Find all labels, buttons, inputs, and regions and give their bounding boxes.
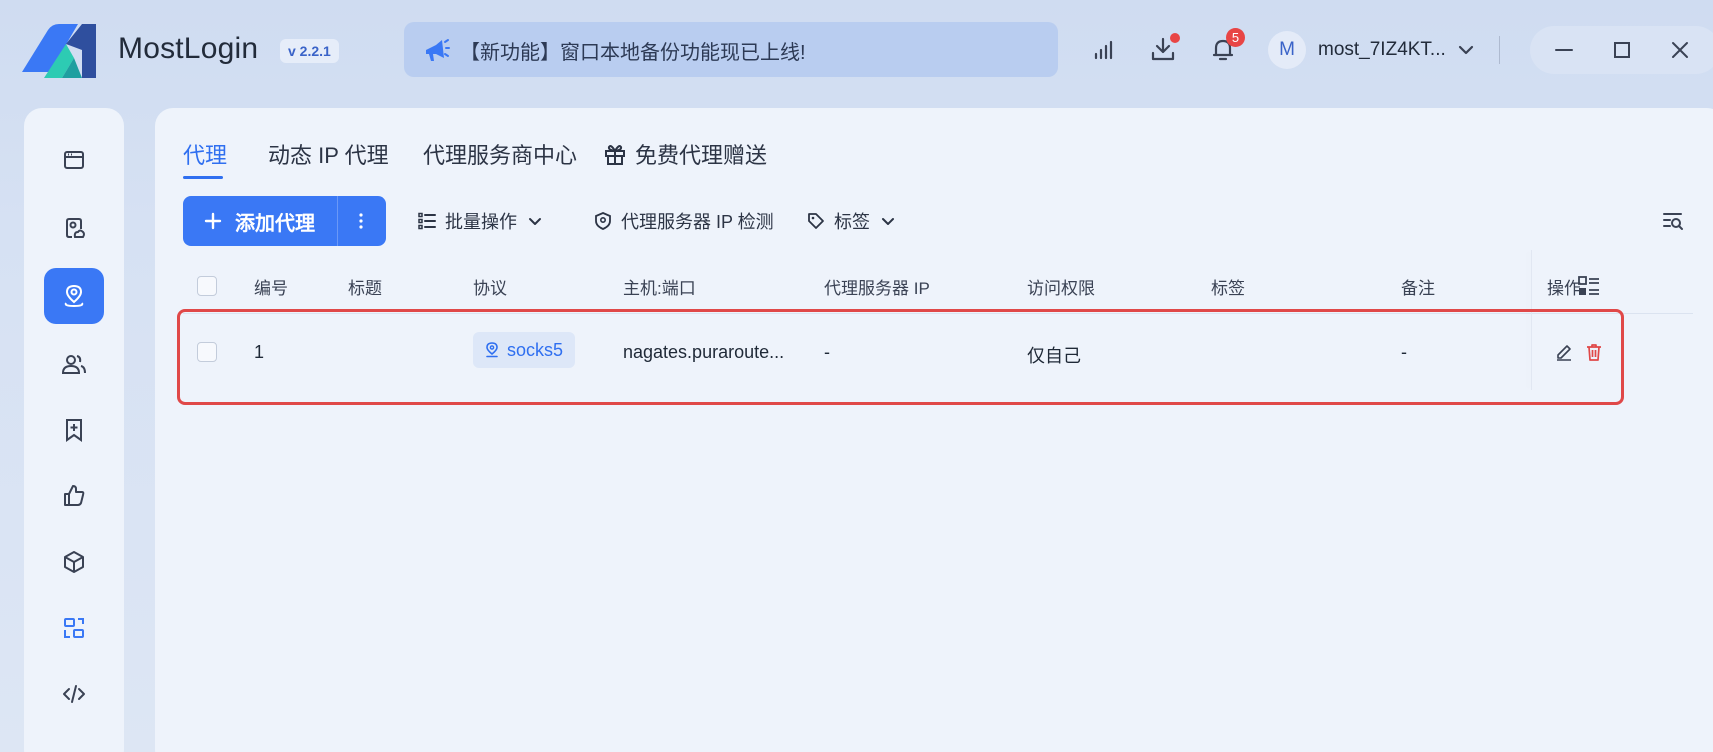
announcement-text: 【新功能】窗口本地备份功能现已上线! xyxy=(460,42,806,64)
sidebar-item-api[interactable] xyxy=(44,666,104,722)
username: most_7IZ4KT... xyxy=(1318,39,1446,60)
sidebar-item-layouts[interactable] xyxy=(44,600,104,656)
users-icon xyxy=(61,355,86,374)
column-header: 备注 xyxy=(1401,279,1435,298)
thumbs-up-icon xyxy=(64,485,85,506)
notification-count-badge: 5 xyxy=(1226,28,1245,47)
row-highlight-annotation xyxy=(177,309,1624,405)
signal-icon[interactable] xyxy=(1090,34,1120,64)
proxy-ip-check-label: 代理服务器 IP 检测 xyxy=(621,212,774,232)
user-menu[interactable]: M most_7IZ4KT... xyxy=(1268,30,1476,70)
location-pin-icon xyxy=(64,284,84,308)
tab-label: 代理 xyxy=(183,143,228,168)
tab-provider-center[interactable]: 代理服务商中心 xyxy=(423,138,577,170)
tab-label: 免费代理赠送 xyxy=(635,143,768,168)
column-settings-icon[interactable] xyxy=(1577,274,1601,298)
toolbar: 添加代理 批量操作 代理服务器 IP 检测 标签 xyxy=(183,196,1683,246)
column-header: 代理服务器 IP xyxy=(824,279,930,298)
add-proxy-label: 添加代理 xyxy=(235,212,315,235)
proxy-ip-check-button[interactable]: 代理服务器 IP 检测 xyxy=(593,209,774,233)
layout-switch-icon xyxy=(64,618,84,638)
chevron-down-icon xyxy=(1458,45,1473,55)
button-split-divider xyxy=(337,196,338,246)
column-header: 访问权限 xyxy=(1027,279,1095,298)
sidebar-item-browser[interactable] xyxy=(44,132,104,188)
shield-location-icon xyxy=(595,212,611,230)
window-controls xyxy=(1530,26,1713,74)
close-icon[interactable] xyxy=(1668,38,1692,62)
app-name: MostLogin xyxy=(118,32,259,65)
cube-icon xyxy=(64,551,84,573)
bookmark-add-icon xyxy=(66,419,82,442)
search-filter-icon[interactable] xyxy=(1661,209,1685,233)
plus-icon xyxy=(204,212,222,230)
sidebar-item-proxy[interactable] xyxy=(44,268,104,324)
megaphone-icon xyxy=(426,39,450,61)
chevron-down-icon xyxy=(529,218,541,225)
column-header: 操作 xyxy=(1547,279,1581,298)
title-divider xyxy=(1499,36,1500,64)
gift-icon xyxy=(605,145,625,165)
tab-dynamic-ip[interactable]: 动态 IP 代理 xyxy=(268,138,389,170)
sidebar-item-profiles[interactable] xyxy=(44,200,104,256)
tab-free-proxy[interactable]: 免费代理赠送 xyxy=(603,138,767,170)
select-all-checkbox[interactable] xyxy=(197,276,217,296)
sidebar-item-extensions[interactable] xyxy=(44,534,104,590)
add-proxy-button[interactable]: 添加代理 xyxy=(183,196,386,246)
column-header: 编号 xyxy=(254,279,288,298)
column-header: 主机:端口 xyxy=(623,279,696,298)
batch-operations-label: 批量操作 xyxy=(445,212,517,232)
download-badge-dot xyxy=(1170,33,1180,43)
list-check-icon xyxy=(418,212,436,230)
tags-filter-label: 标签 xyxy=(834,212,870,232)
title-bar: MostLogin v 2.2.1 【新功能】窗口本地备份功能现已上线! 5 M… xyxy=(0,0,1713,100)
main-panel: 代理 动态 IP 代理 代理服务商中心 免费代理赠送 添加代理 批量操作 代理服… xyxy=(155,108,1713,752)
avatar: M xyxy=(1268,31,1306,69)
column-header: 标题 xyxy=(348,279,382,298)
browser-window-icon xyxy=(64,151,84,169)
table-header: 编号 标题 协议 主机:端口 代理服务器 IP 访问权限 标签 备注 操作 xyxy=(183,258,1693,314)
column-header: 协议 xyxy=(473,279,507,298)
sidebar-item-team[interactable] xyxy=(44,336,104,392)
chevron-down-icon xyxy=(882,218,894,225)
minimize-icon[interactable] xyxy=(1552,38,1576,62)
active-tab-indicator xyxy=(183,176,223,179)
tab-proxy[interactable]: 代理 xyxy=(183,138,228,179)
tags-filter-menu[interactable]: 标签 xyxy=(806,209,896,233)
tag-icon xyxy=(808,213,824,229)
profile-cloud-icon xyxy=(66,218,85,238)
version-badge: v 2.2.1 xyxy=(280,39,339,63)
batch-operations-menu[interactable]: 批量操作 xyxy=(417,209,543,233)
code-icon xyxy=(63,685,85,703)
announcement-banner[interactable]: 【新功能】窗口本地备份功能现已上线! xyxy=(404,22,1058,77)
sidebar-item-recommend[interactable] xyxy=(44,468,104,524)
more-vertical-icon[interactable] xyxy=(351,211,371,231)
app-window: MostLogin v 2.2.1 【新功能】窗口本地备份功能现已上线! 5 M… xyxy=(0,0,1713,752)
mostlogin-logo-icon xyxy=(22,24,96,78)
column-header: 标签 xyxy=(1211,279,1245,298)
maximize-icon[interactable] xyxy=(1610,38,1634,62)
sidebar-item-bookmarks[interactable] xyxy=(44,402,104,458)
sidebar xyxy=(24,108,124,752)
